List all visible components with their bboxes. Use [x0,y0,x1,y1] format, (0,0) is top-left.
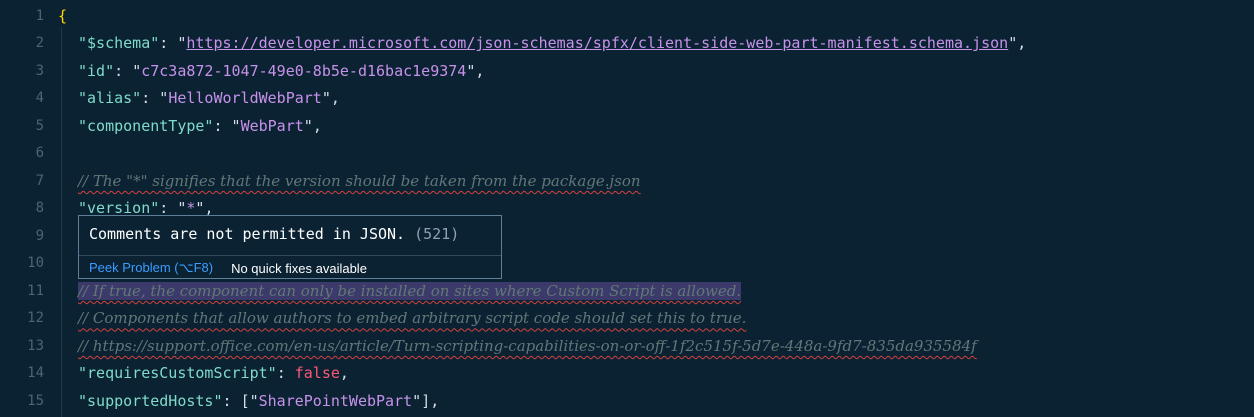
colon: : [213,116,232,135]
line-number: 13 [27,337,44,354]
problem-message: Comments are not permitted in JSON. [89,225,406,243]
hover-status-bar: Peek Problem (⌥F8) No quick fixes availa… [79,255,501,280]
quote: " [466,61,476,80]
editor-line[interactable]: 14 "requiresCustomScript": false, [0,360,1254,388]
editor-line[interactable]: 5 "componentType": "WebPart", [0,112,1254,140]
problem-code: (521) [414,225,460,243]
comma: , [430,391,440,410]
colon: : [222,391,241,410]
quote: " [321,89,331,108]
quote: " [1008,34,1018,53]
schema-link[interactable]: https://developer.microsoft.com/json-sch… [186,34,1008,52]
editor-line[interactable]: 6 [0,140,1254,168]
editor-line[interactable]: 7 // The "*" signifies that the version … [0,167,1254,195]
quote: " [249,391,259,410]
json-comment: // Components that allow authors to embe… [78,309,747,328]
code-editor[interactable]: 1 { 2 "$schema": "https://developer.micr… [0,0,1254,417]
editor-line[interactable]: 13 // https://support.office.com/en-us/a… [0,332,1254,360]
open-bracket: [ [240,391,250,410]
comma: , [312,116,322,135]
json-key: "alias" [78,89,142,108]
line-number: 10 [27,255,44,272]
json-string-value: HelloWorldWebPart [168,89,322,108]
quote: " [132,61,142,80]
editor-line[interactable]: 11 // If true, the component can only be… [0,277,1254,305]
editor-line[interactable]: 2 "$schema": "https://developer.microsof… [0,30,1254,58]
json-key: "id" [78,61,115,80]
editor-line[interactable]: 4 "alias": "HelloWorldWebPart", [0,85,1254,113]
line-number: 4 [35,90,44,107]
line-number: 6 [35,145,44,162]
json-comment: // https://support.office.com/en-us/arti… [78,336,977,355]
line-number: 11 [27,282,44,299]
editor-line[interactable]: 15 "supportedHosts": ["SharePointWebPart… [0,387,1254,415]
comma: , [339,364,349,383]
quote: " [303,116,313,135]
json-key: "requiresCustomScript" [78,364,277,383]
quote: " [159,89,169,108]
json-string-value: SharePointWebPart [258,391,413,410]
no-quick-fixes-label: No quick fixes available [231,260,367,276]
json-string-value: c7c3a872-1047-49e0-8b5e-d16bac1e9374 [141,61,467,80]
close-bracket: ] [421,391,431,410]
editor-line[interactable]: 1 { [0,2,1254,30]
colon: : [114,61,133,80]
comma: , [330,89,340,108]
selected-comment-range: // If true, the component can only be in… [78,281,742,300]
json-string-value: WebPart [240,116,304,135]
colon: : [276,364,295,383]
line-number: 3 [35,62,44,79]
line-number: 8 [35,200,44,217]
editor-line[interactable]: 3 "id": "c7c3a872-1047-49e0-8b5e-d16bac1… [0,57,1254,85]
json-comment: // The "*" signifies that the version sh… [78,171,641,190]
json-key: "$schema" [78,34,160,53]
quote: " [231,116,241,135]
open-brace: { [58,6,68,25]
quote: " [412,391,422,410]
line-number: 1 [35,7,44,24]
json-key: "componentType" [78,116,214,135]
line-number: 14 [27,365,44,382]
json-boolean-value: false [294,364,340,383]
problem-message-row: Comments are not permitted in JSON. (521… [89,225,459,243]
json-key: "supportedHosts" [78,391,223,410]
line-number: 15 [27,392,44,409]
comma: , [1017,34,1027,53]
editor-line[interactable]: 12 // Components that allow authors to e… [0,305,1254,333]
line-number: 12 [27,310,44,327]
line-number: 7 [35,172,44,189]
peek-problem-link[interactable]: Peek Problem (⌥F8) [89,260,213,276]
line-number: 9 [35,227,44,244]
line-number: 5 [35,117,44,134]
line-number: 2 [35,35,44,52]
problem-hover-widget: Comments are not permitted in JSON. (521… [78,215,502,279]
colon: : [159,34,178,53]
json-comment: // If true, the component can only be in… [78,281,742,300]
colon: : [141,89,160,108]
comma: , [475,61,485,80]
